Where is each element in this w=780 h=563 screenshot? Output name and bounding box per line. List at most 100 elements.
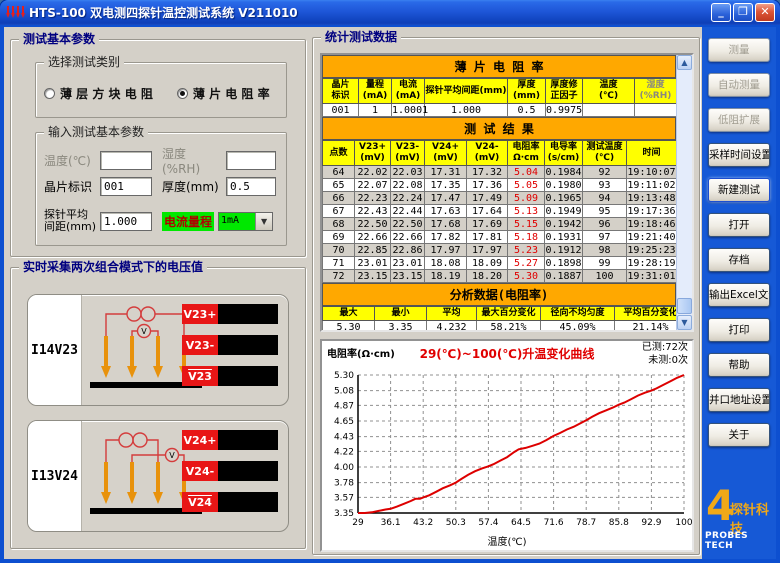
radio-thin-film-square-resistance[interactable]: 薄 层 方 块 电 阻 — [44, 85, 153, 102]
app-icon — [6, 5, 25, 18]
result-section: 测 试 结 果 — [322, 117, 676, 140]
cell: 22.86 — [390, 243, 425, 257]
chart-panel: 电阻率(Ω·cm) 29(℃)~100(℃)升温变化曲线 已测:72次 未测:0… — [320, 339, 694, 552]
measured-counter: 已测:72次 — [641, 342, 688, 353]
print-button[interactable]: 打印 — [708, 318, 770, 342]
column-header: 电流 (mA) — [391, 78, 425, 104]
cell: 71 — [322, 256, 355, 270]
sheet-section-header: 薄 片 电 阻 率 — [322, 55, 676, 78]
column-header: V23- (mV) — [390, 140, 425, 166]
temperature-input[interactable] — [100, 151, 152, 170]
remaining-counter: 未测:0次 — [648, 355, 688, 366]
cell: 0.1912 — [544, 243, 583, 257]
cell: 69 — [322, 230, 355, 244]
column-header: 最大百分变化 — [476, 306, 541, 321]
restore-button[interactable]: ❐ — [733, 3, 753, 22]
cell: 17.35 — [424, 178, 467, 192]
thickness-input[interactable] — [226, 177, 276, 196]
svg-text:100: 100 — [675, 518, 692, 528]
cell: 5.27 — [507, 256, 545, 270]
archive-button[interactable]: 存档 — [708, 248, 770, 272]
test-counters: 已测:72次 未测:0次 — [642, 341, 688, 367]
svg-text:71.6: 71.6 — [544, 518, 564, 528]
mode-label: I14V23 — [28, 295, 82, 405]
column-header: 湿度 (%RH) — [634, 78, 677, 104]
table-row: 70 22.85 22.86 17.97 17.97 5.23 0.1912 98 19:25:… — [322, 243, 677, 257]
cell: 66 — [322, 191, 355, 205]
cell: 17.64 — [466, 204, 508, 218]
cell: 18.20 — [466, 269, 508, 283]
cell: 22.03 — [390, 165, 425, 179]
cell: 22.66 — [354, 230, 391, 244]
scroll-thumb[interactable] — [677, 298, 692, 314]
export-excel-button[interactable]: 输出Excel文件 — [708, 283, 770, 307]
column-header: 厚度修 正因子 — [545, 78, 583, 104]
open-button[interactable]: 打开 — [708, 213, 770, 237]
column-header: 厚度 (mm) — [507, 78, 546, 104]
measure-button[interactable]: 测量 — [708, 38, 770, 62]
lpt-address-settings-button[interactable]: 并口地址设置 — [708, 388, 770, 412]
voltage-row: V23+ — [182, 304, 278, 324]
column-header: 测试温度 (℃) — [582, 140, 627, 166]
cell: 1 — [358, 103, 392, 117]
scroll-up-button[interactable]: ▲ — [677, 55, 692, 70]
humidity-input[interactable] — [226, 151, 276, 170]
chevron-down-icon[interactable]: ▼ — [255, 212, 273, 230]
column-header: 最大 — [322, 306, 375, 321]
table-row: 69 22.66 22.66 17.82 17.81 5.18 0.1931 97 19:21:… — [322, 230, 677, 244]
column-header: 量程 (mA) — [358, 78, 392, 104]
cell — [634, 103, 677, 117]
cell: 18.08 — [424, 256, 467, 270]
table-row: 65 22.07 22.08 17.35 17.36 5.05 0.1980 93 19:11:… — [322, 178, 677, 192]
close-button[interactable]: ✕ — [755, 3, 775, 22]
cell: 4.232 — [426, 320, 477, 330]
current-range-combo[interactable]: 1mA ▼ — [218, 211, 274, 231]
radio-checked-icon — [176, 88, 188, 99]
about-button[interactable]: 关于 — [708, 423, 770, 447]
low-resistance-extend-button[interactable]: 低阻扩展 — [708, 108, 770, 132]
cell — [582, 103, 635, 117]
voltage-group: 实时采集两次组合模式下的电压值 I14V23 V V23+ V23- V23 I… — [10, 260, 306, 549]
help-button[interactable]: 帮助 — [708, 353, 770, 377]
auto-measure-button[interactable]: 自动测量 — [708, 73, 770, 97]
column-header: 电导率 (s/cm) — [544, 140, 583, 166]
cell: 3.35 — [374, 320, 427, 330]
table-row: 5.30 3.35 4.232 58.21% 45.09% 21.14% — [322, 320, 687, 330]
cell: 19:13:48 — [626, 191, 677, 205]
scroll-down-button[interactable]: ▼ — [677, 315, 692, 330]
voltage-tag: V23- — [182, 335, 218, 355]
radio-sheet-resistivity[interactable]: 薄 片 电 阻 率 — [176, 85, 270, 102]
column-header: 时间 — [626, 140, 677, 166]
titlebar: HTS-100 双电测四探针温控测试系统 V211010 _ ❐ ✕ — [0, 0, 780, 25]
vertical-scrollbar[interactable]: ▲ ▼ — [676, 55, 692, 330]
cell: 17.32 — [466, 165, 508, 179]
svg-text:V: V — [169, 451, 175, 460]
new-test-button[interactable]: 新建测试 — [708, 178, 770, 202]
cell: 19:25:23 — [626, 243, 677, 257]
sampling-time-settings-button[interactable]: 采样时间设置 — [708, 143, 770, 167]
wafer-id-input[interactable] — [100, 177, 152, 196]
cell: 95 — [582, 204, 627, 218]
voltage-display — [218, 335, 278, 355]
logo-en: PROBES TECH — [705, 531, 749, 551]
chart-title: 29(℃)~100(℃)升温变化曲线 — [419, 347, 595, 361]
table-scroll-area[interactable]: 薄 片 电 阻 率 晶片 标识 量程 (mA) 电流 (mA) 探针平均间距(mm) 厚… — [320, 53, 694, 332]
cell: 22.23 — [354, 191, 391, 205]
table-row: 68 22.50 22.50 17.68 17.69 5.15 0.1942 96 19:18:… — [322, 217, 677, 231]
probe-spacing-input[interactable] — [100, 211, 152, 231]
voltage-group-title: 实时采集两次组合模式下的电压值 — [19, 260, 208, 274]
input-params-group: 输入测试基本参数 温度(℃) 湿度(%RH) 晶片标识 厚度(mm) 探针平均 — [35, 125, 287, 246]
current-range-value: 1mA — [219, 212, 256, 230]
minimize-button[interactable]: _ — [711, 3, 731, 22]
cell: 19:31:01 — [626, 269, 677, 283]
column-header: V24+ (mV) — [424, 140, 467, 166]
column-header: 电阻率 Ω·cm — [507, 140, 545, 166]
cell: 0.1942 — [544, 217, 583, 231]
cell: 5.23 — [507, 243, 545, 257]
cell: 0.1984 — [544, 165, 583, 179]
voltage-tag-mean: V24 — [182, 492, 218, 512]
table-row: 64 22.02 22.03 17.31 17.32 5.04 0.1984 92 19:10:… — [322, 165, 677, 179]
test-params-group-title: 测试基本参数 — [19, 32, 100, 46]
column-header: 探针平均间距(mm) — [424, 78, 508, 104]
cell: 18.19 — [424, 269, 467, 283]
